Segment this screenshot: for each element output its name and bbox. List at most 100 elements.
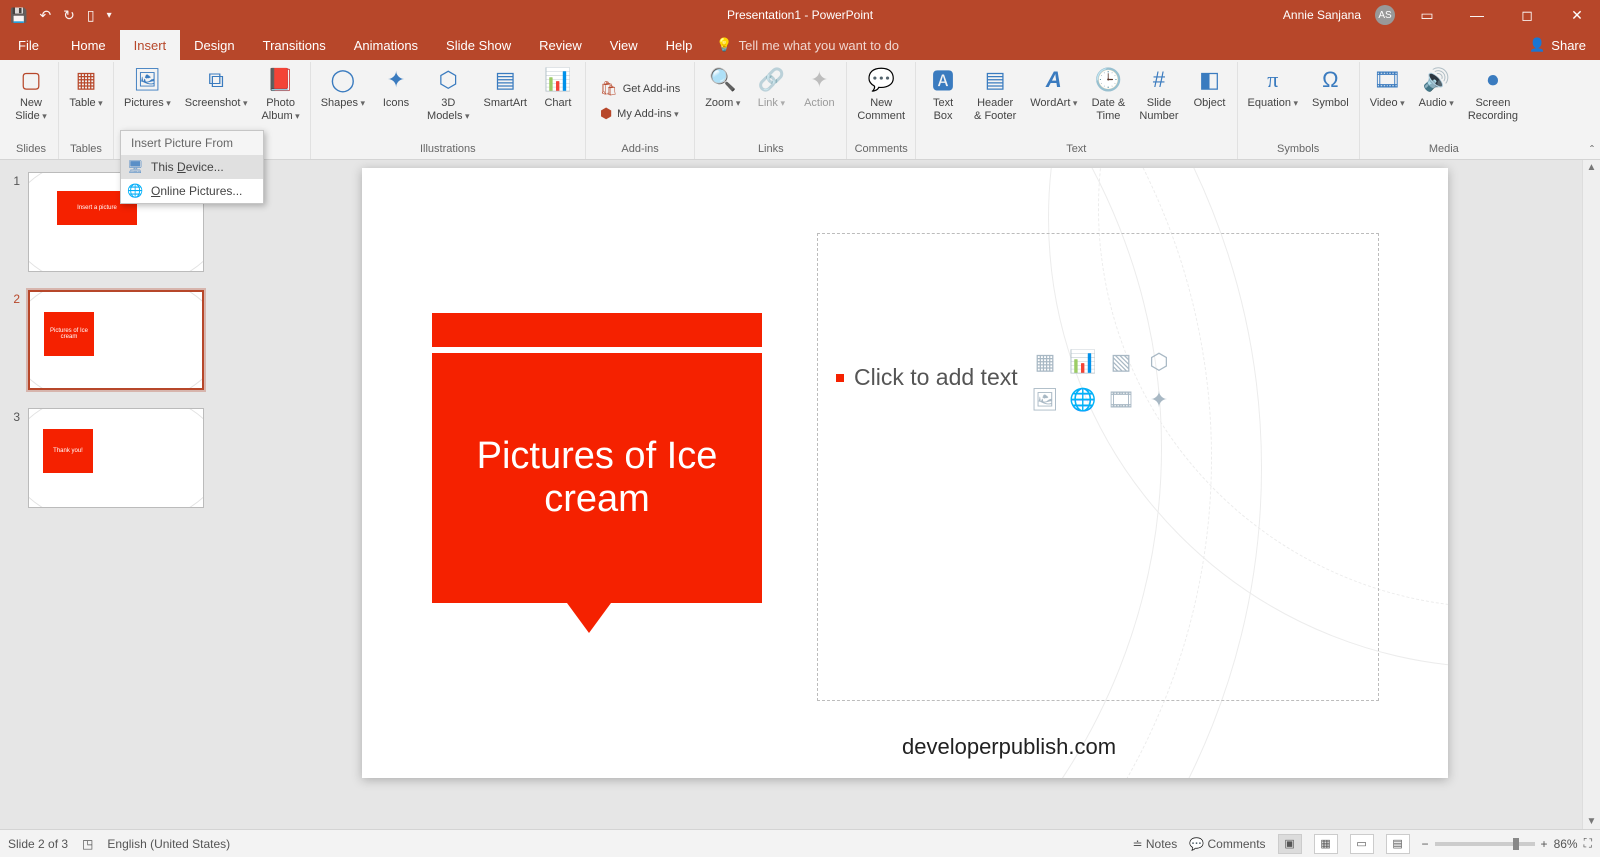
window-title: Presentation1 - PowerPoint	[727, 8, 873, 22]
zoom-out-icon[interactable]: −	[1422, 837, 1429, 851]
zoom-slider[interactable]	[1435, 842, 1535, 846]
maximize-icon[interactable]: ◻	[1509, 7, 1545, 24]
zoom-percent[interactable]: 86%	[1554, 837, 1578, 851]
placeholder-text[interactable]: Click to add text	[836, 364, 1018, 391]
slide-editor[interactable]: Pictures of Ice cream Click to add text …	[228, 160, 1582, 829]
slide-title-text[interactable]: Pictures of Ice cream	[432, 353, 762, 603]
object-button[interactable]: ◧Object	[1189, 64, 1231, 112]
photo-album-button[interactable]: 📕Photo Album	[257, 64, 303, 125]
thumbnail-2[interactable]: 2 Pictures of Ice cream	[6, 290, 218, 390]
pictures-button[interactable]: 🖼Pictures	[120, 64, 175, 112]
link-button[interactable]: 🔗Link	[750, 64, 792, 112]
date-time-button[interactable]: 🕒Date & Time	[1087, 64, 1129, 125]
group-text: 🅰Text Box ▤Header & Footer AWordArt 🕒Dat…	[916, 62, 1237, 159]
redo-icon[interactable]: ↻	[63, 7, 75, 24]
reading-view-icon[interactable]: ▭	[1350, 834, 1374, 854]
placeholder-3d-icon[interactable]: ⬡	[1142, 349, 1176, 383]
placeholder-icon-icon[interactable]: ✦	[1142, 387, 1176, 421]
normal-view-icon[interactable]: ▣	[1278, 834, 1302, 854]
dropdown-this-device[interactable]: 🖥 This Device...	[121, 155, 263, 179]
group-symbols: πEquation ΩSymbol Symbols	[1238, 62, 1360, 159]
group-slides: ▢New Slide Slides	[4, 62, 59, 159]
zoom-control[interactable]: − + 86% ⛶	[1422, 836, 1592, 851]
save-icon[interactable]: 💾	[10, 7, 27, 24]
tell-me-search[interactable]: 💡 Tell me what you want to do	[716, 37, 899, 53]
tab-animations[interactable]: Animations	[340, 30, 432, 60]
dropdown-online-pictures[interactable]: 🌐 Online Pictures...	[121, 179, 263, 203]
tell-me-label: Tell me what you want to do	[739, 38, 899, 53]
audio-button[interactable]: 🔊Audio	[1415, 64, 1458, 112]
table-button[interactable]: ▦Table	[65, 64, 107, 112]
group-tables-label: Tables	[70, 141, 102, 157]
status-language[interactable]: English (United States)	[107, 837, 230, 851]
lightbulb-icon: 💡	[716, 37, 732, 53]
tab-slideshow[interactable]: Slide Show	[432, 30, 525, 60]
placeholder-table-icon[interactable]: ▦	[1028, 349, 1062, 383]
ribbon-tabs: File Home Insert Design Transitions Anim…	[0, 30, 1600, 60]
tab-insert[interactable]: Insert	[120, 30, 181, 60]
shapes-button[interactable]: ◯Shapes	[317, 64, 369, 112]
text-box-button[interactable]: 🅰Text Box	[922, 64, 964, 125]
tab-view[interactable]: View	[596, 30, 652, 60]
icons-button[interactable]: ✦Icons	[375, 64, 417, 112]
slide-number-button[interactable]: #Slide Number	[1135, 64, 1182, 125]
video-button[interactable]: 🎞Video	[1366, 64, 1409, 112]
slide-panel[interactable]: 1 Insert a picture 2 Pictures of Ice cre…	[0, 160, 228, 829]
share-label: Share	[1551, 38, 1586, 53]
minimize-icon[interactable]: —	[1459, 7, 1495, 23]
placeholder-online-picture-icon[interactable]: 🌐	[1066, 387, 1100, 421]
screenshot-button[interactable]: ⧉Screenshot	[181, 64, 252, 112]
status-slide-number[interactable]: Slide 2 of 3	[8, 837, 68, 851]
symbol-button[interactable]: ΩSymbol	[1308, 64, 1353, 112]
thumbnail-3[interactable]: 3 Thank you!	[6, 408, 218, 508]
group-tables: ▦Table Tables	[59, 62, 114, 159]
group-symbols-label: Symbols	[1277, 141, 1319, 157]
share-button[interactable]: 👤 Share	[1529, 37, 1586, 53]
user-avatar[interactable]: AS	[1375, 5, 1395, 25]
collapse-ribbon-icon[interactable]: ˆ	[1590, 143, 1594, 157]
slide-canvas[interactable]: Pictures of Ice cream Click to add text …	[362, 168, 1448, 778]
get-addins-button[interactable]: 🛍Get Add-ins	[596, 78, 684, 99]
zoom-button[interactable]: 🔍Zoom	[701, 64, 744, 112]
placeholder-smartart-icon[interactable]: ▧	[1104, 349, 1138, 383]
tab-file[interactable]: File	[0, 30, 57, 60]
chart-button[interactable]: 📊Chart	[537, 64, 579, 112]
wordart-button[interactable]: AWordArt	[1026, 64, 1081, 112]
tab-help[interactable]: Help	[652, 30, 707, 60]
tab-transitions[interactable]: Transitions	[249, 30, 340, 60]
placeholder-chart-icon[interactable]: 📊	[1066, 349, 1100, 383]
new-comment-button[interactable]: 💬New Comment	[853, 64, 909, 125]
scroll-down-icon[interactable]: ▼	[1583, 816, 1600, 827]
start-from-beginning-icon[interactable]: ▯	[87, 7, 95, 24]
ribbon-display-icon[interactable]: ▭	[1409, 7, 1445, 24]
header-footer-button[interactable]: ▤Header & Footer	[970, 64, 1020, 125]
equation-button[interactable]: πEquation	[1244, 64, 1302, 112]
placeholder-picture-icon[interactable]: 🖼	[1028, 387, 1062, 421]
placeholder-video-icon[interactable]: 🎞	[1104, 387, 1138, 421]
title-callout[interactable]: Pictures of Ice cream	[432, 313, 762, 633]
tab-home[interactable]: Home	[57, 30, 120, 60]
slideshow-view-icon[interactable]: ▤	[1386, 834, 1410, 854]
device-icon: 🖥	[127, 159, 144, 175]
new-slide-button[interactable]: ▢New Slide	[10, 64, 52, 125]
notes-button[interactable]: ≐ Notes	[1132, 837, 1177, 851]
undo-icon[interactable]: ↶	[39, 7, 51, 24]
vertical-scrollbar[interactable]: ▲ ▼	[1582, 160, 1600, 829]
3d-models-button[interactable]: ⬡3D Models	[423, 64, 474, 125]
screen-recording-button[interactable]: ⏺Screen Recording	[1464, 64, 1522, 125]
comments-button[interactable]: 💬 Comments	[1189, 837, 1265, 851]
tab-review[interactable]: Review	[525, 30, 596, 60]
close-icon[interactable]: ✕	[1559, 7, 1595, 24]
smartart-button[interactable]: ▤SmartArt	[480, 64, 531, 112]
user-name[interactable]: Annie Sanjana	[1283, 8, 1361, 22]
spell-check-icon[interactable]: ◳	[82, 837, 93, 851]
scroll-up-icon[interactable]: ▲	[1583, 162, 1600, 173]
fit-to-window-icon[interactable]: ⛶	[1584, 836, 1592, 851]
qat-more-icon[interactable]: ▾	[107, 10, 112, 21]
content-placeholder[interactable]: Click to add text ▦ 📊 ▧ ⬡ 🖼 🌐 🎞 ✦	[817, 233, 1379, 701]
zoom-in-icon[interactable]: +	[1541, 837, 1548, 851]
tab-design[interactable]: Design	[180, 30, 248, 60]
slide-sorter-icon[interactable]: ▦	[1314, 834, 1338, 854]
action-button[interactable]: ✦Action	[798, 64, 840, 112]
my-addins-button[interactable]: ⬢My Add-ins	[596, 103, 684, 124]
